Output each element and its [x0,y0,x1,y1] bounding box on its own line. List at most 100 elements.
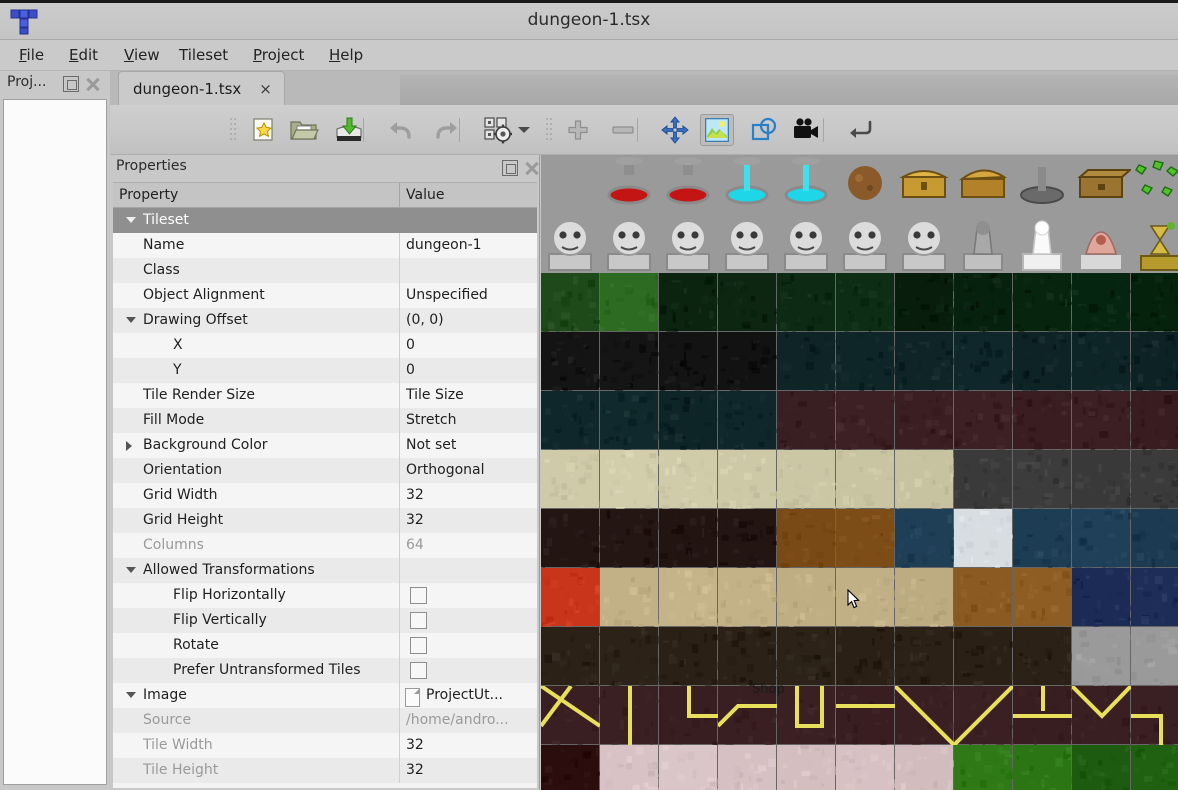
tile-texture[interactable] [836,450,895,509]
tile-skull-statue[interactable] [777,214,836,273]
tile-path-marker[interactable] [1131,686,1178,745]
chevron-down-icon[interactable] [126,567,136,573]
property-row[interactable]: Image ProjectUt... [113,683,537,708]
tile-texture[interactable] [895,391,954,450]
tile-texture[interactable] [954,332,1013,391]
tile-texture[interactable] [777,745,836,790]
tile-texture[interactable] [1131,568,1178,627]
tile-texture[interactable] [1013,332,1072,391]
property-row[interactable]: Tile Render Size Tile Size [113,383,537,408]
property-row[interactable]: Object Alignment Unspecified [113,283,537,308]
tile-texture[interactable] [1072,332,1131,391]
tile-texture[interactable] [836,745,895,790]
tile-texture[interactable] [777,332,836,391]
tile-empty[interactable] [541,155,600,214]
tile-texture[interactable] [1131,509,1178,568]
tile-texture[interactable] [1013,509,1072,568]
tile-texture[interactable] [777,627,836,686]
property-value[interactable]: /home/andro... [400,708,537,733]
tile-texture[interactable] [895,568,954,627]
tile-texture[interactable] [659,332,718,391]
property-value[interactable]: Orthogonal [400,458,537,483]
property-value[interactable]: dungeon-1 [400,233,537,258]
tile-texture[interactable] [718,745,777,790]
tile-gold-chest-open[interactable] [954,155,1013,214]
tile-texture[interactable] [541,568,600,627]
tile-texture[interactable] [836,273,895,332]
tile-texture[interactable] [541,450,600,509]
tile-texture[interactable] [954,450,1013,509]
tile-skull-statue[interactable] [718,214,777,273]
property-row[interactable]: Tileset [113,208,537,233]
menu-edit[interactable]: Edit [62,40,105,71]
tile-texture[interactable] [659,273,718,332]
tile-texture[interactable] [718,627,777,686]
property-row[interactable]: Orientation Orthogonal [113,458,537,483]
tile-skull-statue[interactable] [836,214,895,273]
tile-texture[interactable] [600,273,659,332]
tile-texture[interactable] [954,391,1013,450]
menu-file[interactable]: File [12,40,51,71]
tile-texture[interactable] [1072,509,1131,568]
property-value[interactable]: Stretch [400,408,537,433]
tab-dungeon-1[interactable]: dungeon-1.tsx × [118,71,285,105]
tile-texture[interactable] [659,745,718,790]
tile-texture[interactable] [541,273,600,332]
toolbar-grip[interactable] [230,118,239,144]
property-value[interactable]: 0 [400,333,537,358]
tile-texture[interactable] [600,450,659,509]
property-value[interactable] [400,633,537,658]
property-row[interactable]: Prefer Untransformed Tiles [113,658,537,683]
tile-path-marker[interactable] [836,686,895,745]
property-row[interactable]: X0 [113,333,537,358]
property-value[interactable]: ProjectUt... [400,683,537,708]
tile-skull-statue[interactable] [895,214,954,273]
tile-white-statue[interactable] [1013,214,1072,273]
tile-texture[interactable] [1013,568,1072,627]
property-value[interactable]: (0, 0) [400,308,537,333]
tile-texture[interactable] [659,450,718,509]
tile-flesh-altar[interactable] [1072,214,1131,273]
tile-texture[interactable] [541,627,600,686]
property-row[interactable]: Fill Mode Stretch [113,408,537,433]
tile-gray-statue[interactable] [954,214,1013,273]
menu-view[interactable]: View [117,40,167,71]
select-move-tool[interactable] [658,114,692,146]
checkbox[interactable] [410,637,427,654]
property-value[interactable] [400,258,537,283]
tile-texture[interactable] [836,509,895,568]
tile-texture[interactable] [777,391,836,450]
tile-texture[interactable] [1131,627,1178,686]
property-row[interactable]: Name dungeon-1 [113,233,537,258]
tile-texture[interactable] [954,745,1013,790]
tile-skull-statue[interactable] [600,214,659,273]
property-row[interactable]: Y0 [113,358,537,383]
tile-texture[interactable] [954,568,1013,627]
tile-texture[interactable] [659,391,718,450]
tileset-canvas[interactable]: SHOPSHOP Shop [541,155,1178,790]
tile-texture[interactable] [600,332,659,391]
tile-texture[interactable] [836,568,895,627]
tile-texture[interactable] [600,627,659,686]
tile-texture[interactable] [1072,568,1131,627]
tile-path-marker[interactable] [659,686,718,745]
tile-texture[interactable] [1072,627,1131,686]
tile-texture[interactable] [600,568,659,627]
tile-texture[interactable] [954,273,1013,332]
tile-path-marker[interactable] [1013,686,1072,745]
tile-texture[interactable] [777,450,836,509]
redo-button[interactable] [429,114,463,146]
tile-skull-statue[interactable] [541,214,600,273]
menu-project[interactable]: Project [246,40,311,71]
float-window-icon[interactable] [63,76,79,92]
property-row[interactable]: Class [113,258,537,283]
menu-help[interactable]: Help [322,40,370,71]
property-value[interactable]: Tile Size [400,383,537,408]
tile-texture[interactable] [895,332,954,391]
tile-texture[interactable] [718,509,777,568]
tile-texture[interactable] [1013,450,1072,509]
chevron-down-icon[interactable] [126,692,136,698]
property-row[interactable]: Flip Horizontally [113,583,537,608]
tile-texture[interactable] [600,391,659,450]
tileset-properties-dropdown[interactable] [515,114,533,146]
